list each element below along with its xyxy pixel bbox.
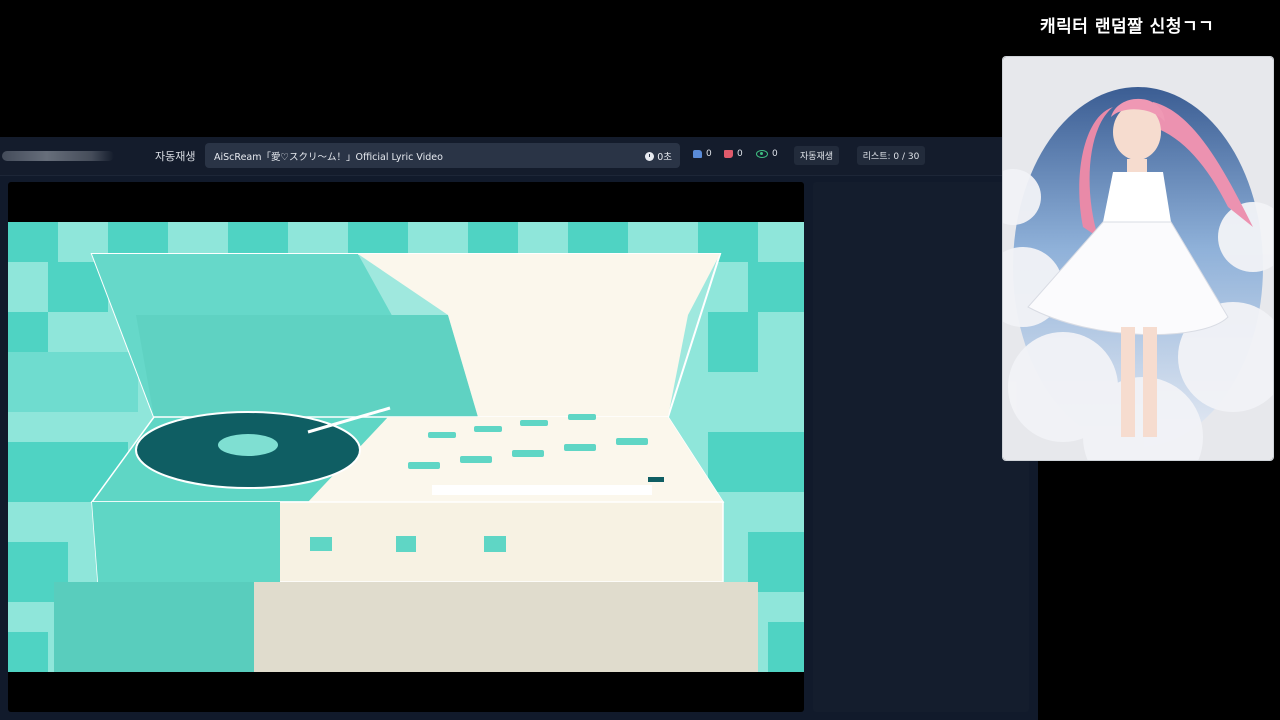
now-playing-title: AiScReam「愛♡スクリ～ム！」Official Lyric Video <box>214 152 443 163</box>
dislike-stat[interactable]: 0 <box>724 149 743 159</box>
player-panel: 자동재생 AiScReam「愛♡スクリ～ム！」Official Lyric Vi… <box>0 137 1038 720</box>
video-player[interactable] <box>8 182 804 712</box>
view-count: 0 <box>772 149 778 159</box>
character-image <box>1003 57 1273 460</box>
autoplay-label: 자동재생 <box>155 150 196 163</box>
like-stat[interactable]: 0 <box>693 149 712 159</box>
video-frame-turntable <box>8 222 804 672</box>
player-topbar: 자동재생 AiScReam「愛♡スクリ～ム！」Official Lyric Vi… <box>0 137 1038 176</box>
list-counter: 리스트: 0 / 30 <box>857 146 925 165</box>
autoplay-button[interactable]: 자동재생 <box>794 146 839 165</box>
anime-character-illustration <box>1003 57 1273 460</box>
clock-icon <box>645 151 655 161</box>
blurred-logo <box>2 151 114 161</box>
like-count: 0 <box>706 149 712 159</box>
dislike-count: 0 <box>737 149 743 159</box>
eye-icon <box>756 150 768 158</box>
now-playing-timer: 0초 <box>645 149 672 163</box>
now-playing-time: 0초 <box>657 152 672 163</box>
side-panel <box>813 182 1029 712</box>
now-playing-bar[interactable]: AiScReam「愛♡スクリ～ム！」Official Lyric Video 0… <box>205 143 680 168</box>
thumbs-up-icon <box>693 150 702 158</box>
thumbs-down-icon <box>724 150 733 158</box>
view-stat: 0 <box>756 149 778 159</box>
overlay-title: 캐릭터 랜덤짤 신청ㄱㄱ <box>1040 17 1215 37</box>
